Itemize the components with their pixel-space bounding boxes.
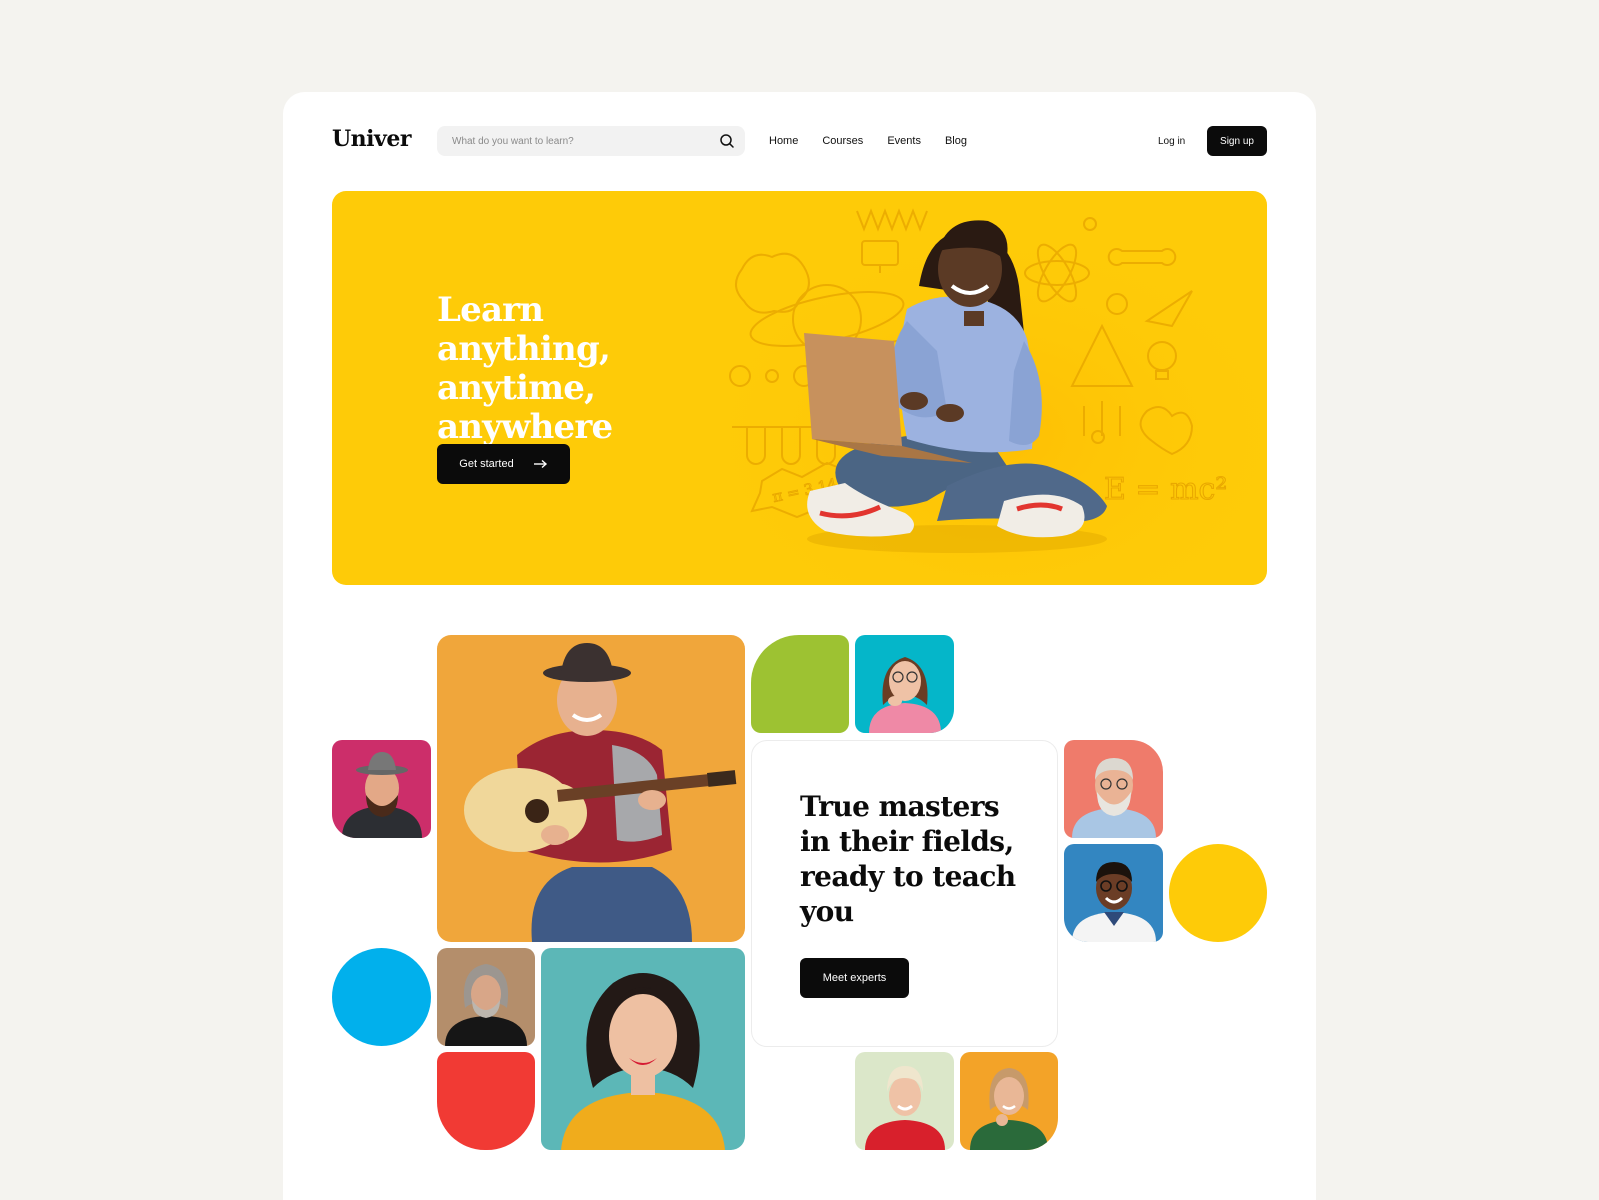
search-bar[interactable] (437, 126, 745, 156)
decor-yellow-circle (1169, 844, 1267, 942)
hero-banner: Learn anything, anytime, anywhere Get st… (332, 191, 1267, 585)
hero-title: Learn anything, anytime, anywhere (437, 290, 613, 447)
nav-courses[interactable]: Courses (822, 135, 863, 147)
decor-blue-circle (332, 948, 431, 1046)
expert-photo-grey-hair-man[interactable] (437, 948, 535, 1046)
expert-photo-man-glasses-blue[interactable] (1064, 844, 1163, 942)
hero-illustration: π = 3,14! E = mc² (702, 191, 1267, 585)
search-icon[interactable] (719, 133, 735, 149)
expert-photo-hat-man[interactable] (332, 740, 431, 838)
expert-photo-dark-hair-woman[interactable] (541, 948, 745, 1150)
formula-emc2: E = mc² (1104, 472, 1227, 507)
main-nav: Home Courses Events Blog (769, 126, 967, 156)
arrow-right-icon (533, 459, 547, 469)
experts-card: True masters in their fields, ready to t… (751, 740, 1058, 1047)
expert-photo-glasses-woman[interactable] (855, 635, 954, 733)
expert-photo-guitar-man[interactable] (437, 635, 745, 942)
decor-green-tile (751, 635, 849, 733)
nav-blog[interactable]: Blog (945, 135, 967, 147)
experts-title: True masters in their fields, ready to t… (800, 790, 1016, 928)
nav-events[interactable]: Events (887, 135, 921, 147)
logo[interactable]: Univer (332, 126, 411, 152)
search-input[interactable] (452, 135, 719, 147)
expert-photo-older-man[interactable] (1064, 740, 1163, 838)
get-started-button[interactable]: Get started (437, 444, 570, 484)
expert-photo-blonde-woman[interactable] (855, 1052, 954, 1150)
decor-red-tile (437, 1052, 535, 1150)
nav-home[interactable]: Home (769, 135, 798, 147)
get-started-label: Get started (459, 458, 514, 470)
expert-photo-older-woman[interactable] (960, 1052, 1058, 1150)
signup-button[interactable]: Sign up (1207, 126, 1267, 156)
meet-experts-button[interactable]: Meet experts (800, 958, 909, 998)
login-link[interactable]: Log in (1158, 126, 1185, 156)
